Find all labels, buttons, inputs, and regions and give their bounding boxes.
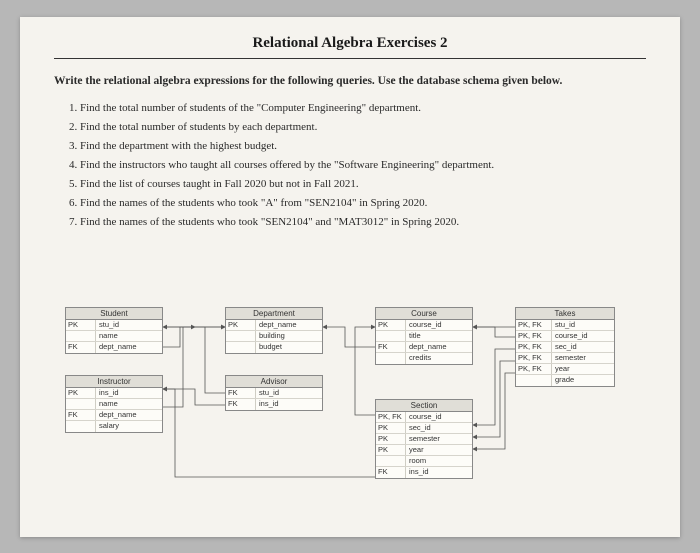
table-student: Student PKstu_id name FKdept_name <box>65 307 163 354</box>
query-item: Find the department with the highest bud… <box>80 137 646 155</box>
query-item: Find the total number of students of the… <box>80 99 646 117</box>
query-list: Find the total number of students of the… <box>80 99 646 232</box>
table-header: Takes <box>516 308 614 320</box>
document-page: Relational Algebra Exercises 2 Write the… <box>20 17 680 537</box>
table-section: Section PK, FKcourse_id PKsec_id PKsemes… <box>375 399 473 479</box>
table-header: Advisor <box>226 376 322 388</box>
query-item: Find the list of courses taught in Fall … <box>80 175 646 193</box>
query-item: Find the total number of students by eac… <box>80 118 646 136</box>
table-department: Department PKdept_name building budget <box>225 307 323 354</box>
table-advisor: Advisor FKstu_id FKins_id <box>225 375 323 411</box>
schema-diagram: Student PKstu_id name FKdept_name Instru… <box>65 307 645 517</box>
page-title: Relational Algebra Exercises 2 <box>54 35 646 52</box>
table-course: Course PKcourse_id title FKdept_name cre… <box>375 307 473 365</box>
query-item: Find the names of the students who took … <box>80 194 646 212</box>
table-takes: Takes PK, FKstu_id PK, FKcourse_id PK, F… <box>515 307 615 387</box>
prompt-text: Write the relational algebra expressions… <box>54 73 646 89</box>
title-rule <box>54 58 646 59</box>
table-header: Section <box>376 400 472 412</box>
query-item: Find the instructors who taught all cour… <box>80 156 646 174</box>
table-header: Course <box>376 308 472 320</box>
table-header: Instructor <box>66 376 162 388</box>
query-item: Find the names of the students who took … <box>80 213 646 231</box>
table-header: Student <box>66 308 162 320</box>
table-header: Department <box>226 308 322 320</box>
table-instructor: Instructor PKins_id name FKdept_name sal… <box>65 375 163 433</box>
